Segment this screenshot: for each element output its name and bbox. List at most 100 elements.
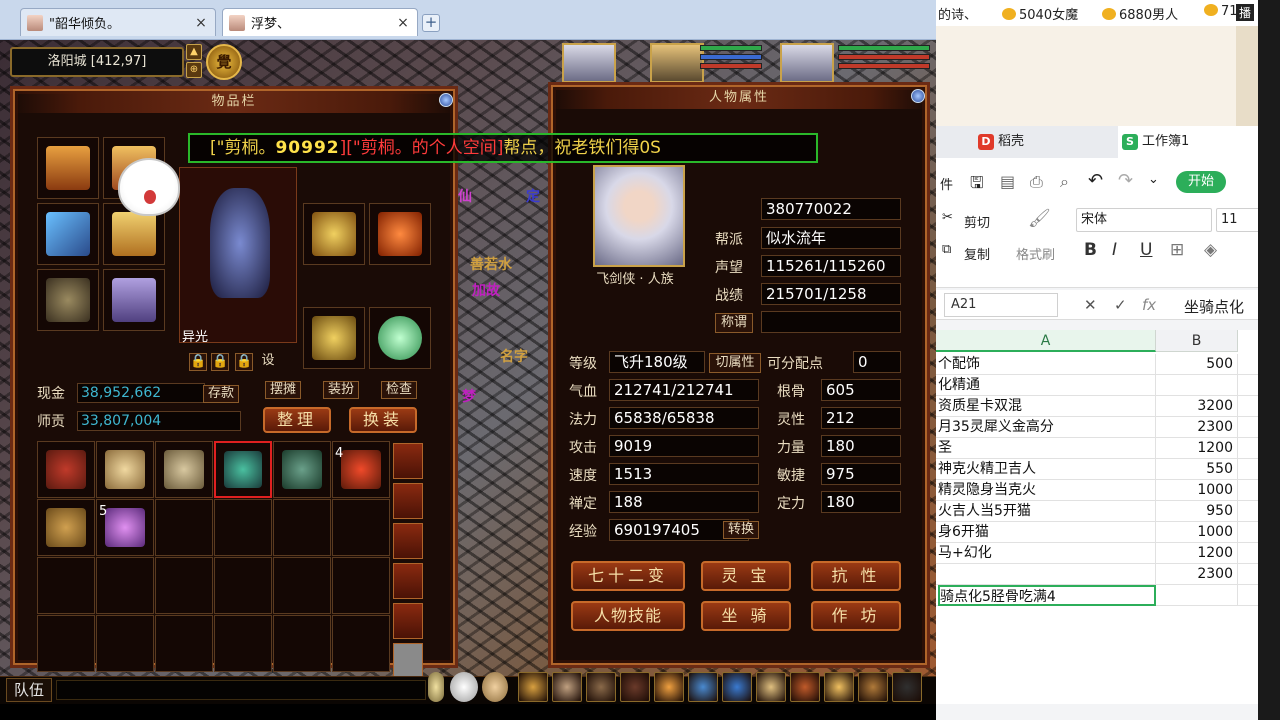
cell-a[interactable]: 圣 [938, 438, 1156, 459]
lock-icon[interactable]: 🔒 [189, 353, 207, 371]
equip-slot-orb[interactable] [369, 307, 431, 369]
orb-icon[interactable] [722, 672, 752, 702]
microphone-icon[interactable] [428, 672, 444, 702]
lock-icon[interactable]: 🔒 [211, 353, 229, 371]
vip-emblem-icon[interactable]: 覺 [206, 44, 242, 80]
confirm-icon[interactable]: ✓ [1114, 296, 1127, 314]
cell-a[interactable]: 资质星卡双混 [938, 396, 1156, 417]
quest-icon[interactable] [518, 672, 548, 702]
bold-button[interactable]: B [1084, 240, 1097, 260]
bag-page-tab-2[interactable] [393, 483, 423, 519]
menu-file[interactable]: 件 [940, 174, 953, 193]
bag-page-tab-4[interactable] [393, 563, 423, 599]
bag-slot[interactable] [37, 615, 95, 672]
cell-a[interactable]: 个配饰 [938, 354, 1156, 375]
bag-slot[interactable] [273, 557, 331, 614]
resistance-button[interactable]: 抗 性 [811, 561, 901, 591]
font-select[interactable]: 宋体 [1076, 208, 1212, 232]
transform-button[interactable]: 七十二变 [571, 561, 685, 591]
bag-slot[interactable] [96, 557, 154, 614]
function-icon[interactable]: fx [1142, 296, 1156, 314]
game-viewport[interactable]: 洛阳城 [412,97] ▲ ⊕ 覺 仙 定 善若水 加故 名字 梦 物品栏 异… [0, 40, 936, 704]
sort-button[interactable]: 整理 [263, 407, 331, 433]
bag-slot[interactable] [332, 615, 390, 672]
brush-icon[interactable]: 🖌 [1028, 208, 1051, 229]
start-tab[interactable]: 开始 [1176, 171, 1226, 193]
close-icon[interactable] [911, 89, 925, 103]
column-header-b[interactable]: B [1156, 330, 1238, 352]
bag-slot[interactable] [37, 499, 95, 556]
doll-icon[interactable] [482, 672, 508, 702]
switch-attribute-button[interactable]: 切属性 [709, 353, 761, 373]
cell-b[interactable]: 1000 [1156, 480, 1238, 501]
close-icon[interactable] [439, 93, 453, 107]
pet-icon[interactable] [552, 672, 582, 702]
bag-slot[interactable] [155, 557, 213, 614]
stall-button[interactable]: 摆摊 [265, 381, 301, 399]
bag-page-tab-1[interactable] [393, 443, 423, 479]
bag-slot[interactable] [214, 441, 272, 498]
cell-a[interactable]: 神克火精卫吉人 [938, 459, 1156, 480]
name-box[interactable]: A21 [944, 293, 1058, 317]
spell-icon[interactable] [620, 672, 650, 702]
redo-icon[interactable]: ↷ [1118, 170, 1133, 191]
equip-slot-helmet[interactable] [37, 137, 99, 199]
deposit-button[interactable]: 存款 [203, 385, 239, 403]
chevron-down-icon[interactable]: ⌄ [1148, 172, 1159, 187]
horse-icon[interactable] [756, 672, 786, 702]
equip-slot-belt[interactable] [37, 269, 99, 331]
cell-a[interactable]: 身6开猫 [938, 522, 1156, 543]
bag-slot[interactable] [96, 615, 154, 672]
bag-page-tab-5[interactable] [393, 603, 423, 639]
cell-a[interactable]: 火吉人当5开猫 [938, 501, 1156, 522]
bag-slot[interactable] [332, 557, 390, 614]
emoji-icon[interactable] [450, 672, 478, 702]
bag-slot[interactable] [37, 441, 95, 498]
cell-a[interactable]: 化精通 [938, 375, 1156, 396]
column-header-a[interactable]: A [936, 330, 1156, 352]
print-icon[interactable]: ⎙ [1030, 172, 1043, 192]
equip-slot-weapon[interactable] [37, 203, 99, 265]
bag-slot[interactable] [37, 557, 95, 614]
cell-a[interactable]: 月35灵犀义金高分 [938, 417, 1156, 438]
pet-portrait[interactable] [562, 43, 616, 83]
equip-slot-bracelet[interactable] [303, 307, 365, 369]
close-icon[interactable]: × [395, 15, 411, 31]
tab-docer[interactable]: D 稻壳 [974, 126, 1114, 158]
bag-slot[interactable] [214, 615, 272, 672]
save-icon[interactable]: 🖫 [970, 172, 984, 199]
swap-outfit-button[interactable]: 换装 [349, 407, 417, 433]
bag-slot[interactable] [273, 441, 331, 498]
equip-slot-boots[interactable] [103, 269, 165, 331]
cell-a[interactable]: 马+幻化 [938, 543, 1156, 564]
ring-icon[interactable] [688, 672, 718, 702]
copy-button[interactable]: 复制 [964, 244, 990, 263]
mount-button[interactable]: 坐 骑 [701, 601, 791, 631]
mail-icon[interactable] [824, 672, 854, 702]
chat-input[interactable] [56, 680, 426, 700]
export-icon[interactable]: ▤ [1000, 172, 1015, 191]
format-painter-button[interactable]: 格式刷 [1016, 244, 1055, 263]
bag-slot[interactable] [214, 557, 272, 614]
workshop-button[interactable]: 作 坊 [811, 601, 901, 631]
cell-b[interactable]: 3200 [1156, 396, 1238, 417]
cancel-icon[interactable]: ✕ [1084, 296, 1097, 314]
cell-b[interactable]: 500 [1156, 354, 1238, 375]
party-portrait[interactable] [650, 43, 704, 83]
undo-icon[interactable]: ↶ [1088, 170, 1103, 191]
gift-icon[interactable] [858, 672, 888, 702]
monitor-icon[interactable] [892, 672, 922, 702]
bag-slot[interactable] [332, 499, 390, 556]
cell-b[interactable]: 2300 [1156, 417, 1238, 438]
dress-button[interactable]: 装扮 [323, 381, 359, 399]
copy-icon[interactable]: ⧉ [942, 242, 951, 257]
helmet-icon[interactable] [586, 672, 616, 702]
bag-page-tab-3[interactable] [393, 523, 423, 559]
cut-button[interactable]: 剪切 [964, 212, 990, 231]
cell-a[interactable]: 精灵隐身当克火 [938, 480, 1156, 501]
tab-workbook[interactable]: S 工作簿1 [1118, 126, 1258, 158]
browser-tab-1[interactable]: "韶华倾负。 × [20, 8, 216, 36]
map-arrow-icon[interactable]: ▲ [186, 44, 202, 60]
close-icon[interactable]: × [193, 15, 209, 31]
fire-icon[interactable] [654, 672, 684, 702]
